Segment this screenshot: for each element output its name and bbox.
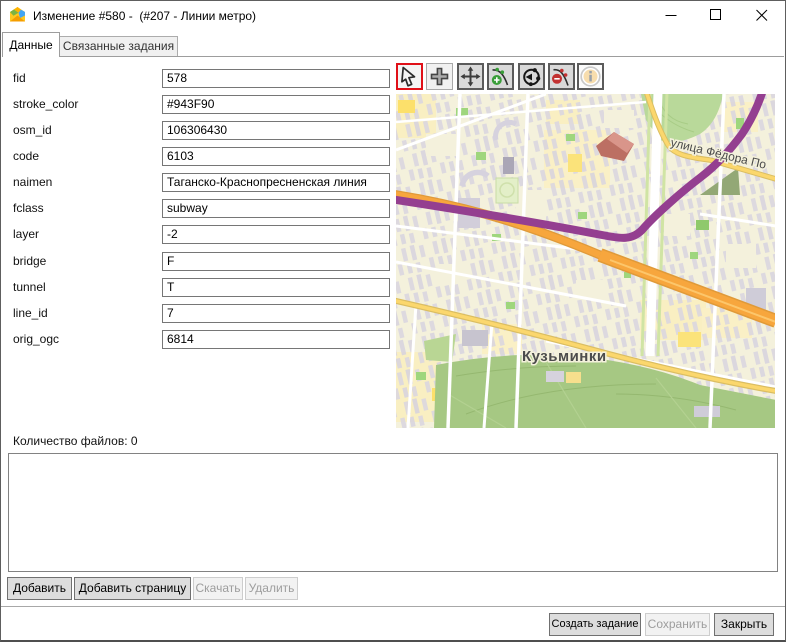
svg-text:Кузьминки: Кузьминки <box>522 348 607 365</box>
